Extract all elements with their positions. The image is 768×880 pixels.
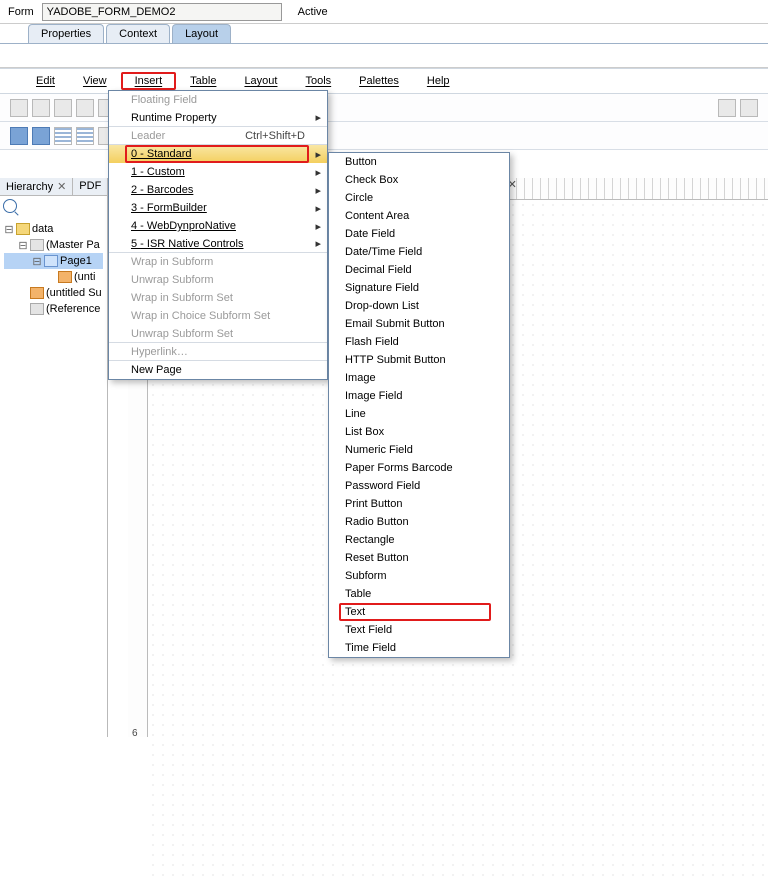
form-header-row: Form Active — [0, 0, 768, 24]
tree-reference[interactable]: (Reference — [4, 301, 103, 317]
standard-item-email-submit-button[interactable]: Email Submit Button — [329, 315, 509, 333]
standard-item-date-time-field[interactable]: Date/Time Field — [329, 243, 509, 261]
left-tab-hierarchy[interactable]: Hierarchy✕ — [0, 178, 73, 195]
standard-item-check-box[interactable]: Check Box — [329, 171, 509, 189]
insert-barcodes[interactable]: 2 - Barcodes▸ — [109, 181, 327, 199]
standard-item-radio-button[interactable]: Radio Button — [329, 513, 509, 531]
insert-custom[interactable]: 1 - Custom▸ — [109, 163, 327, 181]
insert-runtime-property[interactable]: Runtime Property▸ — [109, 109, 327, 127]
toolbar-strip — [0, 44, 768, 68]
left-panel: Hierarchy✕ PDF ⊟data ⊟(Master Pa ⊟Page1 … — [0, 178, 108, 737]
left-panel-tabs: Hierarchy✕ PDF — [0, 178, 107, 196]
standard-item-time-field[interactable]: Time Field — [329, 639, 509, 657]
tab-properties[interactable]: Properties — [28, 24, 104, 43]
standard-item-circle[interactable]: Circle — [329, 189, 509, 207]
align-top-icon[interactable] — [76, 99, 94, 117]
standard-item-numeric-field[interactable]: Numeric Field — [329, 441, 509, 459]
menu-table[interactable]: Table — [176, 72, 230, 90]
tree-untitled[interactable]: (unti — [4, 269, 103, 285]
tab-context[interactable]: Context — [106, 24, 170, 43]
align-center-icon[interactable] — [32, 99, 50, 117]
standard-submenu: ButtonCheck BoxCircleContent AreaDate Fi… — [328, 152, 510, 658]
menu-tools[interactable]: Tools — [291, 72, 345, 90]
tree-root[interactable]: ⊟data — [4, 221, 103, 237]
standard-item-reset-button[interactable]: Reset Button — [329, 549, 509, 567]
insert-standard[interactable]: 0 - Standard▸ — [109, 145, 327, 163]
menu-help[interactable]: Help — [413, 72, 464, 90]
standard-item-content-area[interactable]: Content Area — [329, 207, 509, 225]
misc-icon-1[interactable] — [718, 99, 736, 117]
search-icon — [3, 199, 17, 213]
nav-fwd-icon[interactable] — [32, 127, 50, 145]
insert-unwrap-subform: Unwrap Subform — [109, 271, 327, 289]
standard-item-line[interactable]: Line — [329, 405, 509, 423]
page-tab-bar: Properties Context Layout — [0, 24, 768, 44]
standard-item-date-field[interactable]: Date Field — [329, 225, 509, 243]
insert-dropdown: Floating Field Runtime Property▸ LeaderC… — [108, 90, 328, 380]
align-left-icon[interactable] — [10, 99, 28, 117]
standard-item-text[interactable]: Text — [329, 603, 509, 621]
standard-item-http-submit-button[interactable]: HTTP Submit Button — [329, 351, 509, 369]
tree-untitled-su[interactable]: (untitled Su — [4, 285, 103, 301]
standard-item-paper-forms-barcode[interactable]: Paper Forms Barcode — [329, 459, 509, 477]
menu-insert[interactable]: Insert — [121, 72, 177, 90]
menu-view[interactable]: View — [69, 72, 121, 90]
standard-item-button[interactable]: Button — [329, 153, 509, 171]
standard-item-drop-down-list[interactable]: Drop-down List — [329, 297, 509, 315]
standard-item-decimal-field[interactable]: Decimal Field — [329, 261, 509, 279]
form-name-input[interactable] — [42, 3, 282, 21]
left-tab-pdf[interactable]: PDF — [73, 178, 108, 195]
menu-palettes[interactable]: Palettes — [345, 72, 413, 90]
insert-hyperlink: Hyperlink… — [109, 343, 327, 361]
insert-wrap-choice-subform-set: Wrap in Choice Subform Set — [109, 307, 327, 325]
grid2-icon[interactable] — [76, 127, 94, 145]
standard-item-print-button[interactable]: Print Button — [329, 495, 509, 513]
insert-floating-field: Floating Field — [109, 91, 327, 109]
standard-item-signature-field[interactable]: Signature Field — [329, 279, 509, 297]
insert-new-page[interactable]: New Page — [109, 361, 327, 379]
grid-icon[interactable] — [54, 127, 72, 145]
align-right-icon[interactable] — [54, 99, 72, 117]
form-status: Active — [298, 6, 328, 18]
insert-wrap-subform-set: Wrap in Subform Set — [109, 289, 327, 307]
tab-layout[interactable]: Layout — [172, 24, 231, 43]
insert-formbuilder[interactable]: 3 - FormBuilder▸ — [109, 199, 327, 217]
insert-unwrap-subform-set: Unwrap Subform Set — [109, 325, 327, 343]
standard-item-list-box[interactable]: List Box — [329, 423, 509, 441]
insert-webdynpro[interactable]: 4 - WebDynproNative▸ — [109, 217, 327, 235]
standard-item-image-field[interactable]: Image Field — [329, 387, 509, 405]
left-search[interactable] — [0, 196, 107, 219]
standard-item-password-field[interactable]: Password Field — [329, 477, 509, 495]
tree-master[interactable]: ⊟(Master Pa — [4, 237, 103, 253]
misc-icon-2[interactable] — [740, 99, 758, 117]
insert-leader: LeaderCtrl+Shift+D — [109, 127, 327, 145]
nav-back-icon[interactable] — [10, 127, 28, 145]
close-icon[interactable]: ✕ — [57, 181, 66, 193]
standard-item-image[interactable]: Image — [329, 369, 509, 387]
menu-layout[interactable]: Layout — [230, 72, 291, 90]
tree-page1[interactable]: ⊟Page1 — [4, 253, 103, 269]
menu-edit[interactable]: Edit — [22, 72, 69, 90]
standard-item-table[interactable]: Table — [329, 585, 509, 603]
standard-item-flash-field[interactable]: Flash Field — [329, 333, 509, 351]
ruler-num: 6 — [132, 728, 138, 739]
hierarchy-tree: ⊟data ⊟(Master Pa ⊟Page1 (unti (untitled… — [0, 219, 107, 319]
standard-item-text-field[interactable]: Text Field — [329, 621, 509, 639]
insert-wrap-subform: Wrap in Subform — [109, 253, 327, 271]
insert-isr[interactable]: 5 - ISR Native Controls▸ — [109, 235, 327, 253]
standard-item-subform[interactable]: Subform — [329, 567, 509, 585]
form-label: Form — [8, 6, 34, 18]
standard-item-rectangle[interactable]: Rectangle — [329, 531, 509, 549]
